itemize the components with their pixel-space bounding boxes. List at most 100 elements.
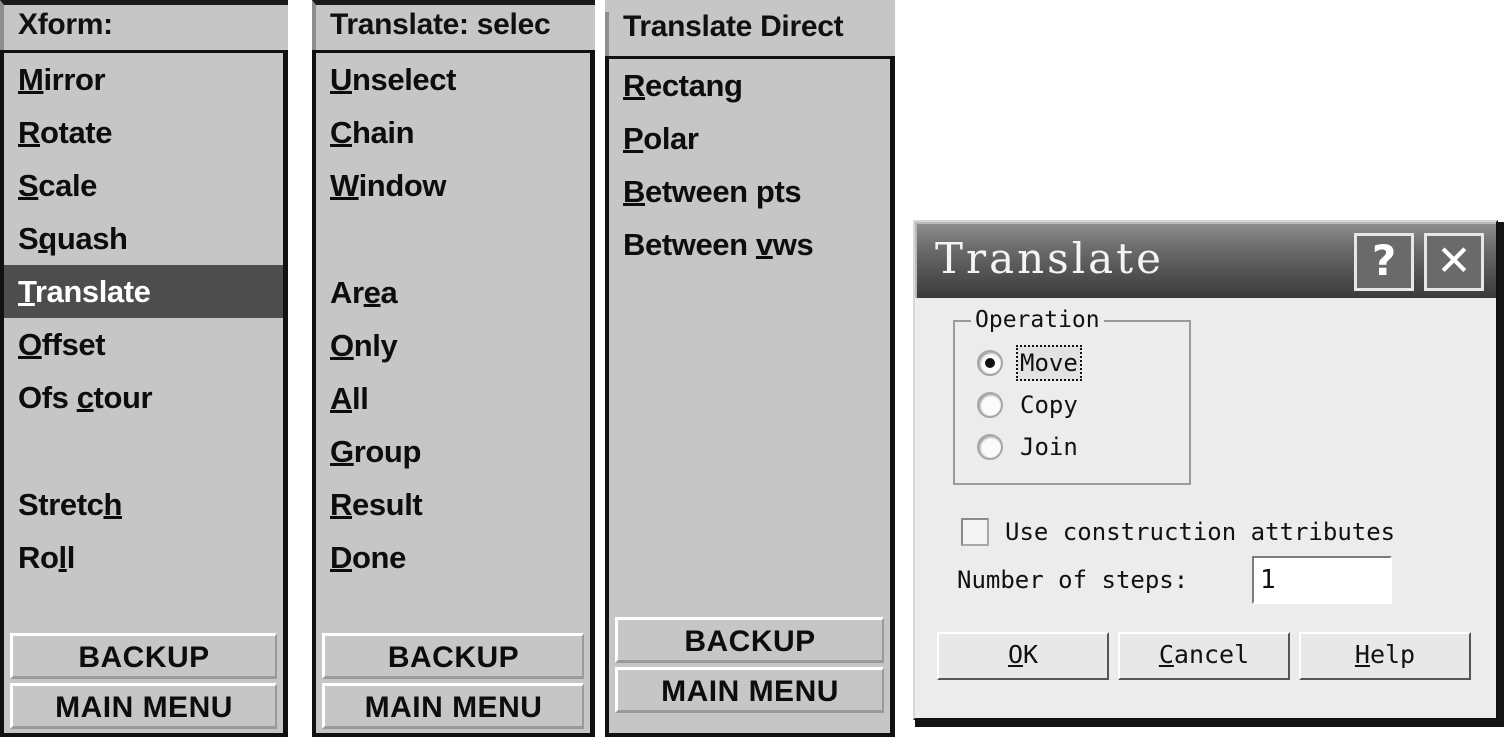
menu-item-all[interactable]: All [316, 372, 590, 425]
operation-groupbox: Operation Move Copy Join [953, 307, 1191, 485]
accel-char: M [18, 62, 44, 97]
backup-button[interactable]: BACKUP [322, 633, 584, 679]
panel-title: Xform: [18, 8, 113, 41]
menu-item-offset[interactable]: Offset [4, 318, 283, 371]
accel-char: H [1354, 640, 1370, 669]
menu-item-label: etween pts [645, 174, 802, 209]
menu-item-prefix: Ro [18, 540, 59, 575]
close-icon[interactable]: ✕ [1424, 233, 1484, 291]
main-menu-button[interactable]: MAIN MENU [10, 683, 277, 729]
menu-item-label: ectang [645, 68, 743, 103]
accel-char: q [38, 221, 57, 256]
radio-move-label: Move [1016, 345, 1082, 381]
menu-item-label: esult [352, 487, 423, 522]
accel-char: C [330, 115, 352, 150]
accel-char: C [1158, 640, 1174, 669]
panel-translate-select-menu: Translate: selec Unselect Chain Window A… [312, 0, 595, 737]
radio-join-label: Join [1020, 433, 1078, 461]
radio-copy-icon[interactable] [977, 392, 1003, 418]
panel-header-translate-select: Translate: selec [312, 0, 595, 50]
menu-separator [316, 212, 590, 266]
accel-char: l [58, 540, 68, 575]
panel-body-translate-select: Unselect Chain Window Area Only All Grou… [312, 50, 595, 737]
menu-item-done[interactable]: Done [316, 531, 590, 584]
ok-button[interactable]: OK [937, 632, 1109, 680]
operation-legend: Operation [971, 307, 1104, 333]
panel-title: Translate: selec [330, 8, 551, 41]
accel-char: B [623, 174, 645, 209]
menu-item-label: tour [93, 380, 153, 415]
accel-char: c [76, 380, 94, 415]
menu-item-result[interactable]: Result [316, 478, 590, 531]
menu-item-label: nselect [352, 62, 457, 97]
ok-button-label: K [1023, 640, 1039, 669]
menu-item-label: indow [358, 168, 447, 203]
menu-item-unselect[interactable]: Unselect [316, 53, 590, 106]
menu-item-prefix: Stretc [18, 487, 104, 522]
panel-xform-menu: Xform: Mirror Rotate Scale Squash Transl… [0, 0, 288, 737]
backup-button[interactable]: BACKUP [10, 633, 277, 679]
menu-item-label: one [352, 540, 406, 575]
menu-item-group[interactable]: Group [316, 425, 590, 478]
panel-footer-translate-select: BACKUP MAIN MENU [316, 633, 590, 733]
menu-item-window[interactable]: Window [316, 159, 590, 212]
dialog-body: Operation Move Copy Join Use constructio… [915, 298, 1496, 718]
menu-separator [4, 424, 283, 478]
accel-char: U [330, 62, 352, 97]
menu-item-label: ll [352, 381, 369, 416]
panel-title: Translate Direct [623, 12, 844, 43]
menu-item-polar[interactable]: Polar [609, 112, 890, 165]
accel-char: S [18, 168, 39, 203]
main-menu-button[interactable]: MAIN MENU [615, 667, 884, 713]
accel-char: G [330, 434, 354, 469]
dialog-titlebar[interactable]: Translate ? ✕ [915, 222, 1496, 298]
menu-item-chain[interactable]: Chain [316, 106, 590, 159]
panel-translate-direction-menu: Translate Direct Rectang Polar Between p… [605, 0, 895, 737]
menu-item-ofs-ctour[interactable]: Ofs ctour [4, 371, 283, 424]
menu-item-area[interactable]: Area [316, 266, 590, 319]
menu-item-label: uash [56, 221, 128, 256]
backup-button[interactable]: BACKUP [615, 617, 884, 663]
menu-item-scale[interactable]: Scale [4, 159, 283, 212]
accel-char: T [18, 274, 35, 309]
menu-item-between-pts[interactable]: Between pts [609, 165, 890, 218]
menu-item-roll[interactable]: Roll [4, 531, 283, 584]
radio-copy-label: Copy [1020, 391, 1078, 419]
accel-char: R [330, 487, 352, 522]
menu-item-squash[interactable]: Squash [4, 212, 283, 265]
radio-join-icon[interactable] [977, 434, 1003, 460]
menu-item-rotate[interactable]: Rotate [4, 106, 283, 159]
menu-item-stretch[interactable]: Stretch [4, 478, 283, 531]
use-construction-attributes-label: Use construction attributes [1005, 518, 1396, 546]
menu-item-only[interactable]: Only [316, 319, 590, 372]
panel-header-translate-direction: Translate Direct [605, 12, 895, 56]
accel-char: R [623, 68, 645, 103]
panel-footer-translate-direction: BACKUP MAIN MENU [609, 617, 890, 717]
dialog-title: Translate [935, 234, 1164, 283]
menu-item-label: roup [353, 434, 422, 469]
menu-item-label: ws [772, 227, 814, 262]
main-menu-button[interactable]: MAIN MENU [322, 683, 584, 729]
number-of-steps-label: Number of steps: [957, 566, 1189, 594]
help-icon[interactable]: ? [1354, 233, 1414, 291]
help-button[interactable]: Help [1299, 632, 1471, 680]
menu-item-mirror[interactable]: Mirror [4, 53, 283, 106]
accel-char: v [755, 227, 773, 262]
accel-char: D [330, 540, 352, 575]
radio-move-icon[interactable] [977, 350, 1003, 376]
menu-item-label: irror [43, 62, 106, 97]
menu-item-translate[interactable]: Translate [4, 265, 283, 318]
menu-item-label: otate [40, 115, 113, 150]
number-of-steps-input[interactable]: 1 [1252, 556, 1392, 604]
accel-char: O [1007, 640, 1023, 669]
checkbox-icon[interactable] [961, 518, 989, 546]
menu-item-rectang[interactable]: Rectang [609, 59, 890, 112]
help-button-label: elp [1369, 640, 1416, 669]
menu-item-label: ranslate [34, 274, 151, 309]
panel-footer-xform: BACKUP MAIN MENU [4, 633, 283, 733]
menu-item-label: l [66, 540, 76, 575]
menu-item-prefix: Ofs [18, 380, 77, 415]
menu-item-label: hain [352, 115, 415, 150]
menu-item-between-vws[interactable]: Between vws [609, 218, 890, 271]
cancel-button[interactable]: Cancel [1118, 632, 1290, 680]
